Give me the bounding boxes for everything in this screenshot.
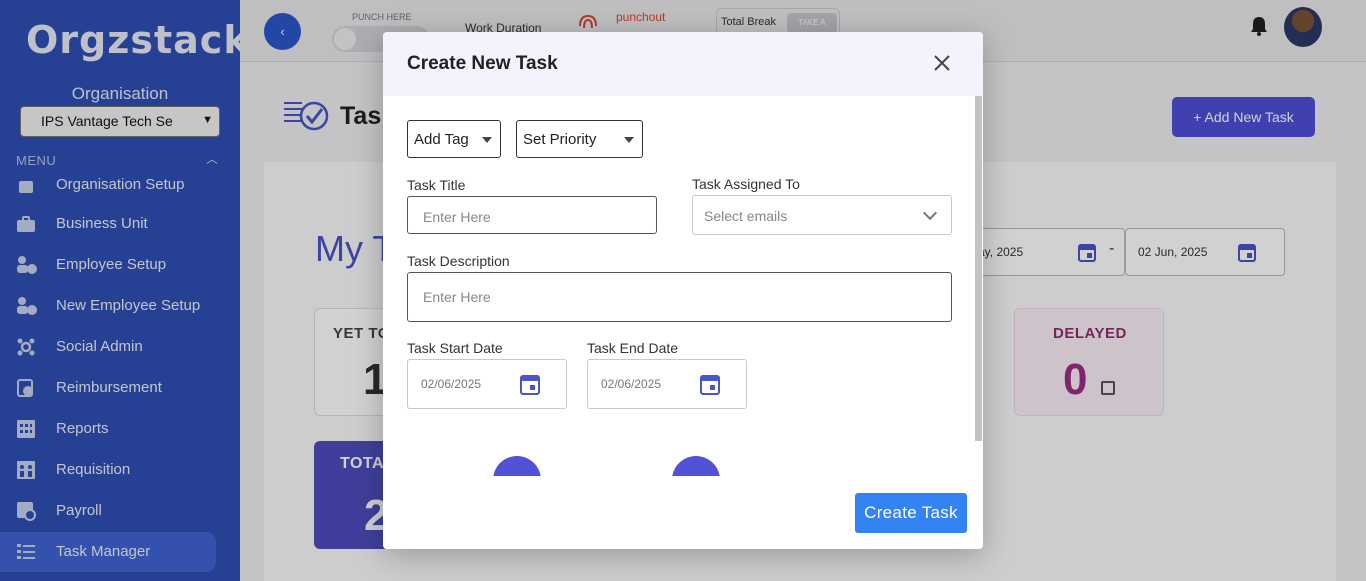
task-end-date-input[interactable]: 02/06/2025 (587, 359, 747, 409)
task-assigned-label: Task Assigned To (692, 176, 800, 192)
caret-down-icon (482, 137, 492, 143)
task-end-date-label: Task End Date (587, 340, 679, 356)
add-tag-select[interactable]: Add Tag (407, 120, 501, 158)
task-title-placeholder: Enter Here (423, 209, 491, 225)
set-priority-select[interactable]: Set Priority (516, 120, 643, 158)
task-title-input[interactable]: Enter Here (407, 196, 657, 234)
task-title-label: Task Title (407, 177, 466, 193)
calendar-icon[interactable] (700, 373, 720, 395)
create-task-button[interactable]: Create Task (855, 493, 967, 533)
task-start-date-input[interactable]: 02/06/2025 (407, 359, 567, 409)
chevron-down-icon (922, 205, 938, 221)
modal-title: Create New Task (407, 53, 558, 74)
task-assigned-placeholder: Select emails (704, 208, 788, 224)
caret-down-icon (624, 137, 634, 143)
set-priority-value: Set Priority (523, 131, 597, 148)
modal-scrollbar[interactable] (975, 96, 982, 441)
add-tag-value: Add Tag (414, 131, 469, 148)
task-start-date-value: 02/06/2025 (421, 377, 482, 391)
calendar-icon[interactable] (520, 373, 540, 395)
create-task-modal: Create New Task Add Tag Set Priority Tas… (383, 32, 983, 549)
task-assigned-select[interactable]: Select emails (692, 195, 952, 235)
task-end-date-value: 02/06/2025 (601, 377, 662, 391)
task-start-date-label: Task Start Date (407, 340, 503, 356)
modal-header: Create New Task (383, 32, 983, 96)
close-icon[interactable] (931, 52, 953, 74)
task-description-placeholder: Enter Here (423, 289, 491, 305)
task-description-label: Task Description (407, 253, 510, 269)
task-description-input[interactable]: Enter Here (407, 272, 952, 322)
